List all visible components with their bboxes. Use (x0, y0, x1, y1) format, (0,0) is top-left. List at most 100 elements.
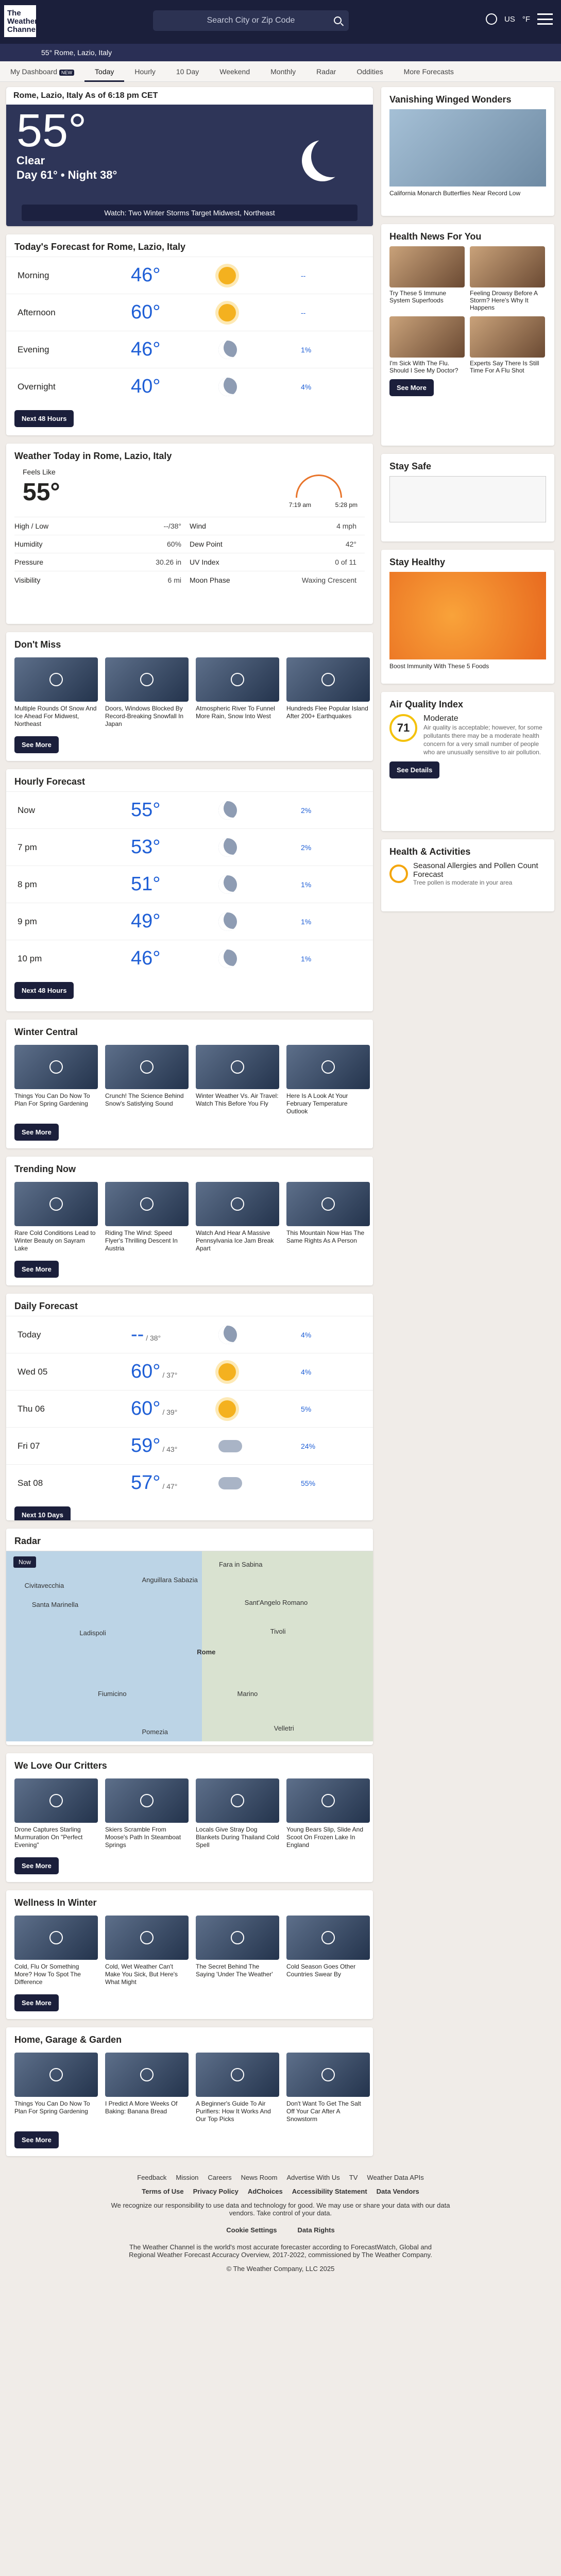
play-icon[interactable] (140, 1794, 154, 1807)
forecast-row[interactable]: Thu 06 60° / 39° 5% (6, 1390, 373, 1427)
article-tile[interactable]: Multiple Rounds Of Snow And Ice Ahead Fo… (14, 657, 98, 728)
forecast-row[interactable]: Afternoon 60° -- (6, 294, 373, 331)
forecast-row[interactable]: Morning 46° -- (6, 257, 373, 294)
article-thumbnail[interactable] (196, 657, 279, 702)
article-title[interactable]: Cold, Wet Weather Can't Make You Sick, B… (105, 1963, 189, 1986)
footer-link[interactable]: Feedback (137, 2174, 166, 2181)
play-icon[interactable] (321, 1931, 335, 1944)
health-tile[interactable]: Try These 5 Immune System Superfoods (389, 246, 465, 311)
footer-link[interactable]: Mission (176, 2174, 198, 2181)
article-tile[interactable]: Winter Weather Vs. Air Travel: Watch Thi… (196, 1045, 279, 1115)
forecast-row[interactable]: 7 pm 53° 2% (6, 828, 373, 866)
nav-item-my-dashboard[interactable]: My Dashboard NEW (0, 61, 84, 82)
article-tile[interactable]: Cold Season Goes Other Countries Swear B… (286, 1916, 370, 1986)
article-thumbnail[interactable] (105, 657, 189, 702)
article-tile[interactable]: Watch And Hear A Massive Pennsylvania Ic… (196, 1182, 279, 1252)
health-tile[interactable]: I'm Sick With The Flu. Should I See My D… (389, 316, 465, 374)
article-title[interactable]: Locals Give Stray Dog Blankets During Th… (196, 1826, 279, 1849)
article-tile[interactable]: Doors, Windows Blocked By Record-Breakin… (105, 657, 189, 728)
article-thumbnail[interactable] (286, 657, 370, 702)
article-tile[interactable]: Cold, Flu Or Something More? How To Spot… (14, 1916, 98, 1986)
play-icon[interactable] (140, 1060, 154, 1074)
play-icon[interactable] (231, 2068, 244, 2081)
footer-link[interactable]: Careers (208, 2174, 231, 2181)
health-thumbnail[interactable] (470, 246, 545, 287)
forecast-row[interactable]: Today -- / 38° 4% (6, 1316, 373, 1353)
see-more-button[interactable]: See More (14, 736, 59, 753)
article-title[interactable]: Cold, Flu Or Something More? How To Spot… (14, 1963, 98, 1986)
article-tile[interactable]: Things You Can Do Now To Plan For Spring… (14, 2053, 98, 2123)
article-title[interactable]: Young Bears Slip, Slide And Scoot On Fro… (286, 1826, 370, 1849)
health-article-title[interactable]: Experts Say There Is Still Time For A Fl… (470, 360, 545, 374)
twc-logo[interactable]: The Weather Channel (4, 5, 38, 37)
nav-item-10-day[interactable]: 10 Day (166, 61, 209, 82)
article-thumbnail[interactable] (196, 1916, 279, 1960)
nav-item-today[interactable]: Today (84, 61, 125, 82)
play-icon[interactable] (140, 2068, 154, 2081)
article-title[interactable]: Things You Can Do Now To Plan For Spring… (14, 1092, 98, 1108)
see-more-button[interactable]: See More (14, 1124, 59, 1141)
play-icon[interactable] (231, 673, 244, 686)
article-title[interactable]: Don't Want To Get The Salt Off Your Car … (286, 2100, 370, 2123)
menu-icon[interactable] (537, 13, 553, 25)
forecast-row[interactable]: Overnight 40° 4% (6, 368, 373, 405)
article-title[interactable]: Multiple Rounds Of Snow And Ice Ahead Fo… (14, 705, 98, 728)
watch-banner[interactable]: Watch: Two Winter Storms Target Midwest,… (22, 205, 358, 221)
article-title[interactable]: I Predict A More Weeks Of Baking: Banana… (105, 2100, 189, 2115)
article-thumbnail[interactable] (286, 1916, 370, 1960)
article-tile[interactable]: Riding The Wind: Speed Flyer's Thrilling… (105, 1182, 189, 1252)
article-tile[interactable]: The Secret Behind The Saying 'Under The … (196, 1916, 279, 1986)
article-thumbnail[interactable] (105, 1182, 189, 1226)
radar-now-label[interactable]: Now (13, 1556, 37, 1568)
article-tile[interactable]: This Mountain Now Has The Same Rights As… (286, 1182, 370, 1252)
location-bar[interactable]: 55° Rome, Lazio, Italy (0, 44, 561, 61)
see-details-button[interactable]: See Details (389, 761, 440, 778)
forecast-row[interactable]: Fri 07 59° / 43° 24% (6, 1427, 373, 1464)
footer-policy-link[interactable]: Privacy Policy (193, 2188, 239, 2195)
article-tile[interactable]: Don't Want To Get The Salt Off Your Car … (286, 2053, 370, 2123)
next-10-days-button[interactable]: Next 10 Days (14, 1506, 71, 1520)
article-title[interactable]: Atmospheric River To Funnel More Rain, S… (196, 705, 279, 720)
article-title[interactable]: Things You Can Do Now To Plan For Spring… (14, 2100, 98, 2115)
article-thumbnail[interactable] (196, 2053, 279, 2097)
article-thumbnail[interactable] (196, 1182, 279, 1226)
see-more-button[interactable]: See More (14, 1857, 59, 1874)
article-title[interactable]: The Secret Behind The Saying 'Under The … (196, 1963, 279, 1978)
article-thumbnail[interactable] (286, 1045, 370, 1089)
article-thumbnail[interactable] (286, 2053, 370, 2097)
article-title[interactable]: Hundreds Flee Popular Island After 200+ … (286, 705, 370, 720)
article-tile[interactable]: Locals Give Stray Dog Blankets During Th… (196, 1778, 279, 1849)
footer-policy-link[interactable]: Data Vendors (377, 2188, 419, 2195)
article-tile[interactable]: Atmospheric River To Funnel More Rain, S… (196, 657, 279, 728)
footer-button[interactable]: Data Rights (298, 2226, 335, 2234)
globe-icon[interactable] (485, 13, 497, 25)
article-thumbnail[interactable] (105, 1916, 189, 1960)
footer-policy-link[interactable]: Accessibility Statement (292, 2188, 367, 2195)
article-title[interactable]: A Beginner's Guide To Air Purifiers: How… (196, 2100, 279, 2123)
play-icon[interactable] (231, 1794, 244, 1807)
oranges-image[interactable] (389, 572, 546, 659)
article-tile[interactable]: Here Is A Look At Your February Temperat… (286, 1045, 370, 1115)
play-icon[interactable] (321, 1197, 335, 1211)
search-icon[interactable] (334, 16, 342, 24)
forecast-row[interactable]: Wed 05 60° / 37° 4% (6, 1353, 373, 1390)
play-icon[interactable] (49, 1931, 63, 1944)
article-tile[interactable]: Young Bears Slip, Slide And Scoot On Fro… (286, 1778, 370, 1849)
see-more-button[interactable]: See More (14, 1261, 59, 1278)
article-title[interactable]: Cold Season Goes Other Countries Swear B… (286, 1963, 370, 1978)
play-icon[interactable] (140, 1197, 154, 1211)
forecast-row[interactable]: Now 55° 2% (6, 791, 373, 828)
article-tile[interactable]: Drone Captures Starling Murmuration On "… (14, 1778, 98, 1849)
forecast-row[interactable]: 8 pm 51° 1% (6, 866, 373, 903)
butterflies-image[interactable] (389, 109, 546, 187)
health-article-title[interactable]: I'm Sick With The Flu. Should I See My D… (389, 360, 465, 374)
article-title[interactable]: This Mountain Now Has The Same Rights As… (286, 1229, 370, 1245)
article-thumbnail[interactable] (196, 1778, 279, 1823)
next-48-hourly-button[interactable]: Next 48 Hours (14, 982, 74, 999)
article-tile[interactable]: Rare Cold Conditions Lead to Winter Beau… (14, 1182, 98, 1252)
forecast-row[interactable]: 10 pm 46° 1% (6, 940, 373, 977)
footer-policy-link[interactable]: AdChoices (248, 2188, 283, 2195)
article-tile[interactable]: A Beginner's Guide To Air Purifiers: How… (196, 2053, 279, 2123)
allergy-link[interactable]: Seasonal Allergies and Pollen Count Fore… (381, 861, 554, 886)
nav-item-radar[interactable]: Radar (306, 61, 346, 82)
